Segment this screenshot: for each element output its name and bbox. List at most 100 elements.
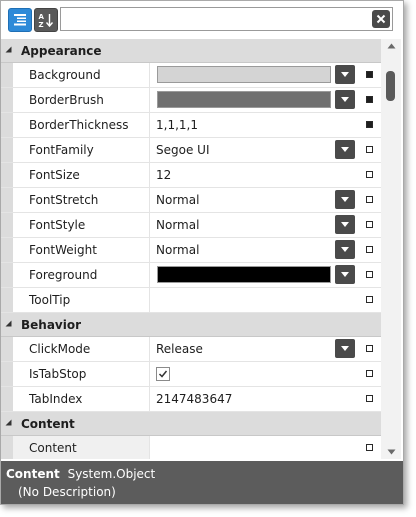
property-value-cell[interactable]: Segoe UI (150, 138, 381, 162)
property-row[interactable]: Background (1, 63, 381, 88)
svg-text:A: A (39, 13, 45, 21)
property-marker[interactable] (366, 96, 373, 103)
property-value-cell[interactable] (150, 263, 381, 287)
property-name[interactable]: Content (13, 436, 150, 459)
row-gutter (1, 113, 13, 137)
property-row[interactable]: FontWeight Normal (1, 238, 381, 263)
close-icon (376, 14, 386, 24)
property-value-cell[interactable] (150, 288, 381, 312)
category-header-appearance[interactable]: Appearance (1, 39, 381, 63)
categorized-view-button[interactable] (8, 8, 32, 32)
property-name[interactable]: FontWeight (13, 238, 150, 262)
property-name[interactable]: ClickMode (13, 337, 150, 361)
category-header-content[interactable]: Content (1, 412, 381, 436)
collapse-triangle-icon[interactable] (5, 419, 19, 428)
property-row[interactable]: BorderThickness 1,1,1,1 (1, 113, 381, 138)
property-value[interactable]: 12 (150, 168, 171, 182)
property-marker[interactable] (366, 444, 373, 451)
chevron-down-icon (387, 449, 395, 455)
vertical-scrollbar[interactable] (381, 39, 401, 459)
property-name[interactable]: FontStretch (13, 188, 150, 212)
property-name[interactable]: BorderBrush (13, 88, 150, 112)
alphabetical-view-button[interactable]: A Z (34, 8, 58, 32)
property-value[interactable]: 1,1,1,1 (150, 118, 198, 132)
collapse-triangle-icon[interactable] (5, 320, 19, 329)
color-swatch[interactable] (157, 266, 331, 283)
property-row[interactable]: ToolTip (1, 288, 381, 313)
property-value-cell[interactable]: 2147483647 (150, 387, 381, 411)
dropdown-button[interactable] (335, 90, 355, 109)
dropdown-button[interactable] (335, 65, 355, 84)
svg-text:Z: Z (39, 21, 44, 28)
property-marker[interactable] (366, 370, 373, 377)
property-value-cell[interactable]: Release (150, 337, 381, 361)
color-swatch[interactable] (157, 91, 331, 108)
property-marker[interactable] (366, 121, 373, 128)
property-name[interactable]: FontStyle (13, 213, 150, 237)
property-value-cell[interactable] (150, 362, 381, 386)
scroll-down-button[interactable] (381, 445, 401, 459)
property-row[interactable]: FontSize 12 (1, 163, 381, 188)
property-marker[interactable] (366, 395, 373, 402)
property-row[interactable]: ClickMode Release (1, 337, 381, 362)
property-value-cell[interactable] (150, 63, 381, 87)
property-marker[interactable] (366, 146, 373, 153)
property-row[interactable]: Content (1, 436, 381, 459)
scroll-thumb[interactable] (386, 71, 395, 101)
clear-search-button[interactable] (372, 10, 390, 28)
property-row[interactable]: FontStretch Normal (1, 188, 381, 213)
property-name[interactable]: FontSize (13, 163, 150, 187)
property-value-cell[interactable]: Normal (150, 213, 381, 237)
property-value-cell[interactable] (150, 88, 381, 112)
property-row[interactable]: FontFamily Segoe UI (1, 138, 381, 163)
row-gutter (1, 188, 13, 212)
row-gutter (1, 163, 13, 187)
collapse-triangle-icon[interactable] (5, 46, 19, 55)
property-marker[interactable] (366, 345, 373, 352)
search-input[interactable] (65, 9, 369, 31)
property-marker[interactable] (366, 71, 373, 78)
description-type: System.Object (67, 467, 156, 481)
property-value-cell[interactable]: 1,1,1,1 (150, 113, 381, 137)
property-name[interactable]: ToolTip (13, 288, 150, 312)
property-name[interactable]: TabIndex (13, 387, 150, 411)
property-value-cell[interactable]: Normal (150, 188, 381, 212)
dropdown-button[interactable] (335, 190, 355, 209)
property-row[interactable]: IsTabStop (1, 362, 381, 387)
property-name[interactable]: Foreground (13, 263, 150, 287)
property-marker[interactable] (366, 221, 373, 228)
istabstop-checkbox[interactable] (156, 367, 170, 381)
dropdown-button[interactable] (335, 215, 355, 234)
property-row[interactable]: Foreground (1, 263, 381, 288)
chevron-down-icon (341, 346, 349, 351)
search-box (60, 7, 393, 31)
property-marker[interactable] (366, 271, 373, 278)
dropdown-button[interactable] (335, 240, 355, 259)
property-value-cell[interactable]: Normal (150, 238, 381, 262)
property-value[interactable]: 2147483647 (150, 392, 232, 406)
property-value-cell[interactable]: 12 (150, 163, 381, 187)
row-gutter (1, 362, 13, 386)
property-name[interactable]: FontFamily (13, 138, 150, 162)
property-marker[interactable] (366, 246, 373, 253)
property-name[interactable]: BorderThickness (13, 113, 150, 137)
property-marker[interactable] (366, 171, 373, 178)
category-label: Appearance (21, 43, 102, 58)
property-value-cell[interactable] (150, 436, 381, 459)
scroll-up-button[interactable] (381, 39, 401, 53)
chevron-down-icon (341, 72, 349, 77)
category-label: Behavior (21, 317, 82, 332)
property-row[interactable]: TabIndex 2147483647 (1, 387, 381, 412)
category-header-behavior[interactable]: Behavior (1, 313, 381, 337)
property-row[interactable]: BorderBrush (1, 88, 381, 113)
chevron-down-icon (341, 222, 349, 227)
property-marker[interactable] (366, 196, 373, 203)
dropdown-button[interactable] (335, 339, 355, 358)
property-name[interactable]: Background (13, 63, 150, 87)
dropdown-button[interactable] (335, 140, 355, 159)
dropdown-button[interactable] (335, 265, 355, 284)
color-swatch[interactable] (157, 66, 331, 83)
property-marker[interactable] (366, 296, 373, 303)
property-name[interactable]: IsTabStop (13, 362, 150, 386)
property-row[interactable]: FontStyle Normal (1, 213, 381, 238)
